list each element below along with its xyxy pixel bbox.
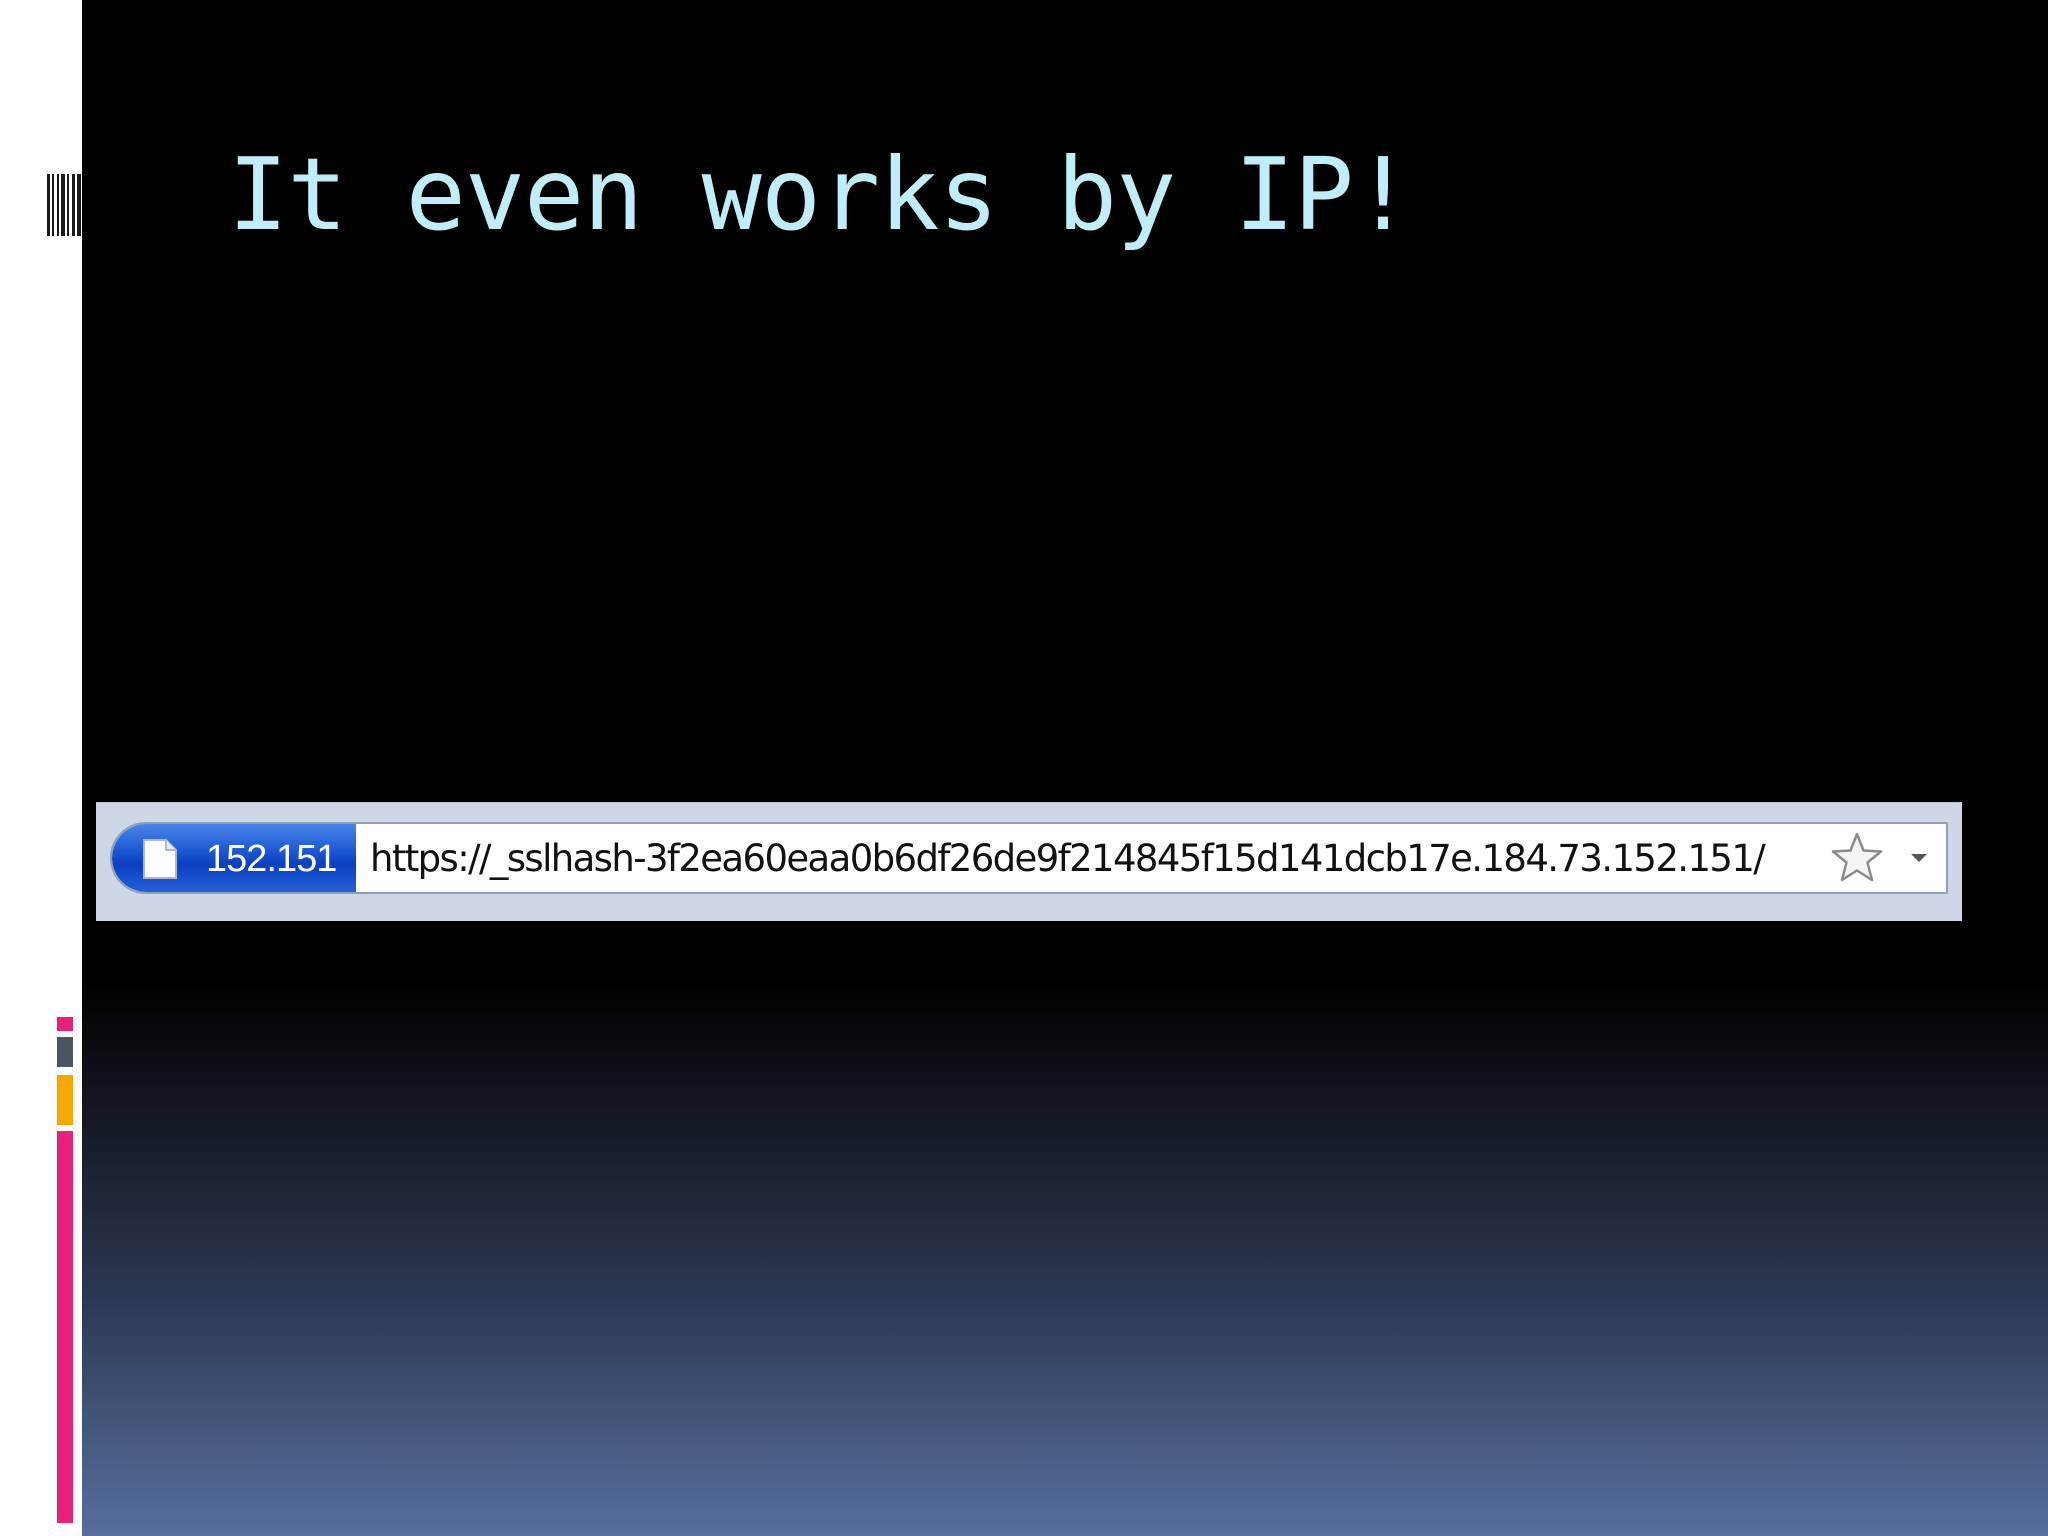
- site-identity-button[interactable]: 152.151: [112, 824, 356, 892]
- barcode-decoration: [47, 174, 81, 236]
- bookmark-star-button[interactable]: [1822, 824, 1892, 892]
- history-dropdown-button[interactable]: [1892, 824, 1946, 892]
- address-bar[interactable]: 152.151 https://_sslhash-3f2ea60eaa0b6df…: [110, 822, 1948, 894]
- url-field[interactable]: https://_sslhash-3f2ea60eaa0b6df26de9f21…: [356, 837, 1822, 880]
- accent-bar-pink-tall: [57, 1131, 73, 1523]
- accent-bar-gray: [57, 1037, 73, 1067]
- accent-bar-pink-small: [57, 1017, 73, 1031]
- site-identity-label: 152.151: [206, 838, 337, 880]
- accent-bar-orange: [57, 1075, 73, 1125]
- page-icon: [143, 839, 177, 879]
- dropdown-arrow-icon: [1911, 854, 1927, 862]
- star-icon: [1831, 832, 1883, 882]
- browser-toolbar: 152.151 https://_sslhash-3f2ea60eaa0b6df…: [96, 802, 1962, 921]
- slide-title: It even works by IP!: [228, 136, 1413, 253]
